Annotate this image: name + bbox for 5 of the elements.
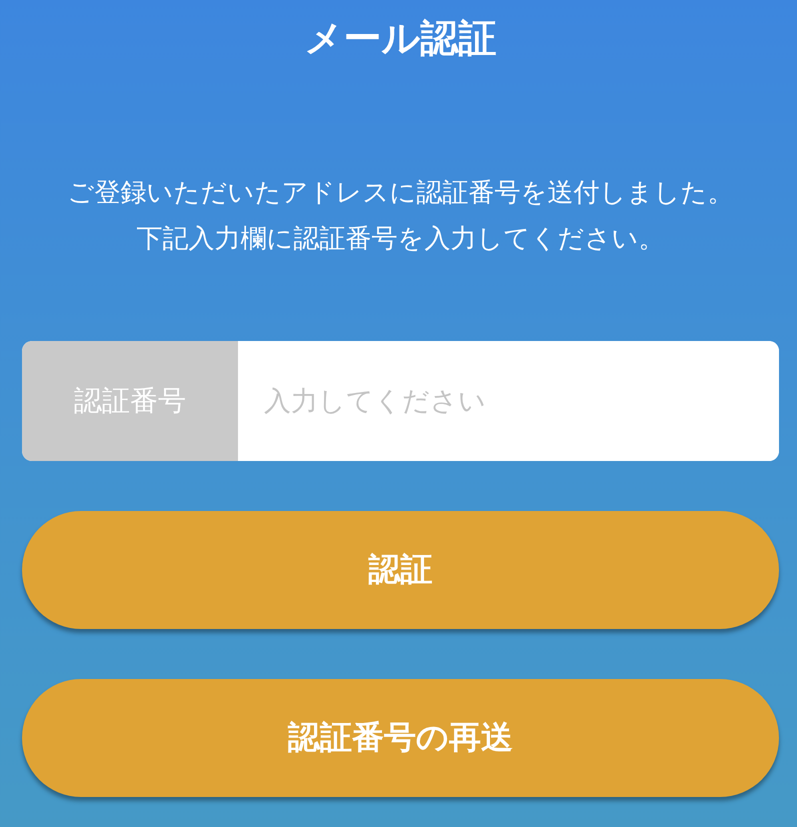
resend-button[interactable]: 認証番号の再送 (22, 679, 779, 797)
instruction-text: ご登録いただいたアドレスに認証番号を送付しました。 (68, 177, 734, 210)
instruction-text: 下記入力欄に認証番号を入力してください。 (136, 223, 664, 256)
verify-button[interactable]: 認証 (22, 511, 779, 629)
page-title: メール認証 (304, 15, 496, 62)
